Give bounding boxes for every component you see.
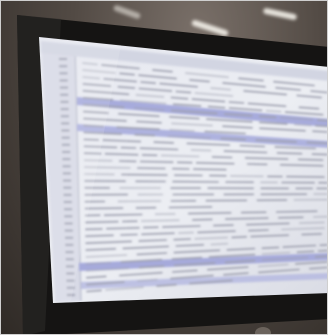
text-line xyxy=(275,210,318,213)
text-line xyxy=(276,152,303,155)
photo xyxy=(0,0,328,335)
text-line xyxy=(121,173,168,176)
text-line xyxy=(258,115,277,119)
text-line xyxy=(160,154,200,158)
text-line xyxy=(192,218,213,221)
text-line xyxy=(296,250,315,253)
text-line xyxy=(141,219,180,222)
monitor xyxy=(17,15,327,334)
text-line xyxy=(173,238,191,241)
text-line xyxy=(210,242,229,246)
text-line xyxy=(213,224,234,227)
text-line xyxy=(248,229,269,232)
text-line xyxy=(220,137,246,141)
text-line xyxy=(190,149,212,152)
text-line xyxy=(314,255,327,258)
text-line xyxy=(86,289,102,293)
text-line xyxy=(279,164,324,167)
text-line xyxy=(228,101,245,104)
text-line xyxy=(134,133,155,137)
text-line xyxy=(175,90,192,94)
text-line xyxy=(195,162,235,165)
text-line xyxy=(153,141,175,144)
text-line xyxy=(225,217,269,220)
text-line xyxy=(120,233,138,236)
text-line xyxy=(301,233,323,236)
text-line xyxy=(85,220,119,224)
text-line xyxy=(231,236,247,239)
text-line xyxy=(316,119,327,122)
monitor-stand xyxy=(255,327,271,334)
text-line xyxy=(265,110,282,113)
text-line xyxy=(286,175,325,178)
text-line xyxy=(312,130,327,133)
text-line xyxy=(162,225,201,228)
text-line xyxy=(84,207,124,210)
text-line xyxy=(138,239,167,242)
text-line xyxy=(293,123,312,127)
text-line xyxy=(311,153,327,156)
text-line xyxy=(261,246,280,249)
text-line xyxy=(141,232,175,236)
text-line xyxy=(306,141,327,145)
text-line xyxy=(211,156,233,159)
text-line xyxy=(103,213,143,216)
text-line xyxy=(193,168,227,171)
text-line xyxy=(314,124,327,128)
text-line xyxy=(277,216,304,219)
text-line xyxy=(299,221,325,224)
text-line xyxy=(187,212,232,215)
text-line xyxy=(297,158,324,161)
text-line xyxy=(104,153,139,156)
text-line xyxy=(168,206,213,209)
text-line xyxy=(106,227,140,230)
text-line xyxy=(85,234,114,237)
text-line xyxy=(139,160,174,163)
text-line xyxy=(178,231,194,234)
text-line xyxy=(239,144,266,148)
text-line xyxy=(137,167,166,170)
